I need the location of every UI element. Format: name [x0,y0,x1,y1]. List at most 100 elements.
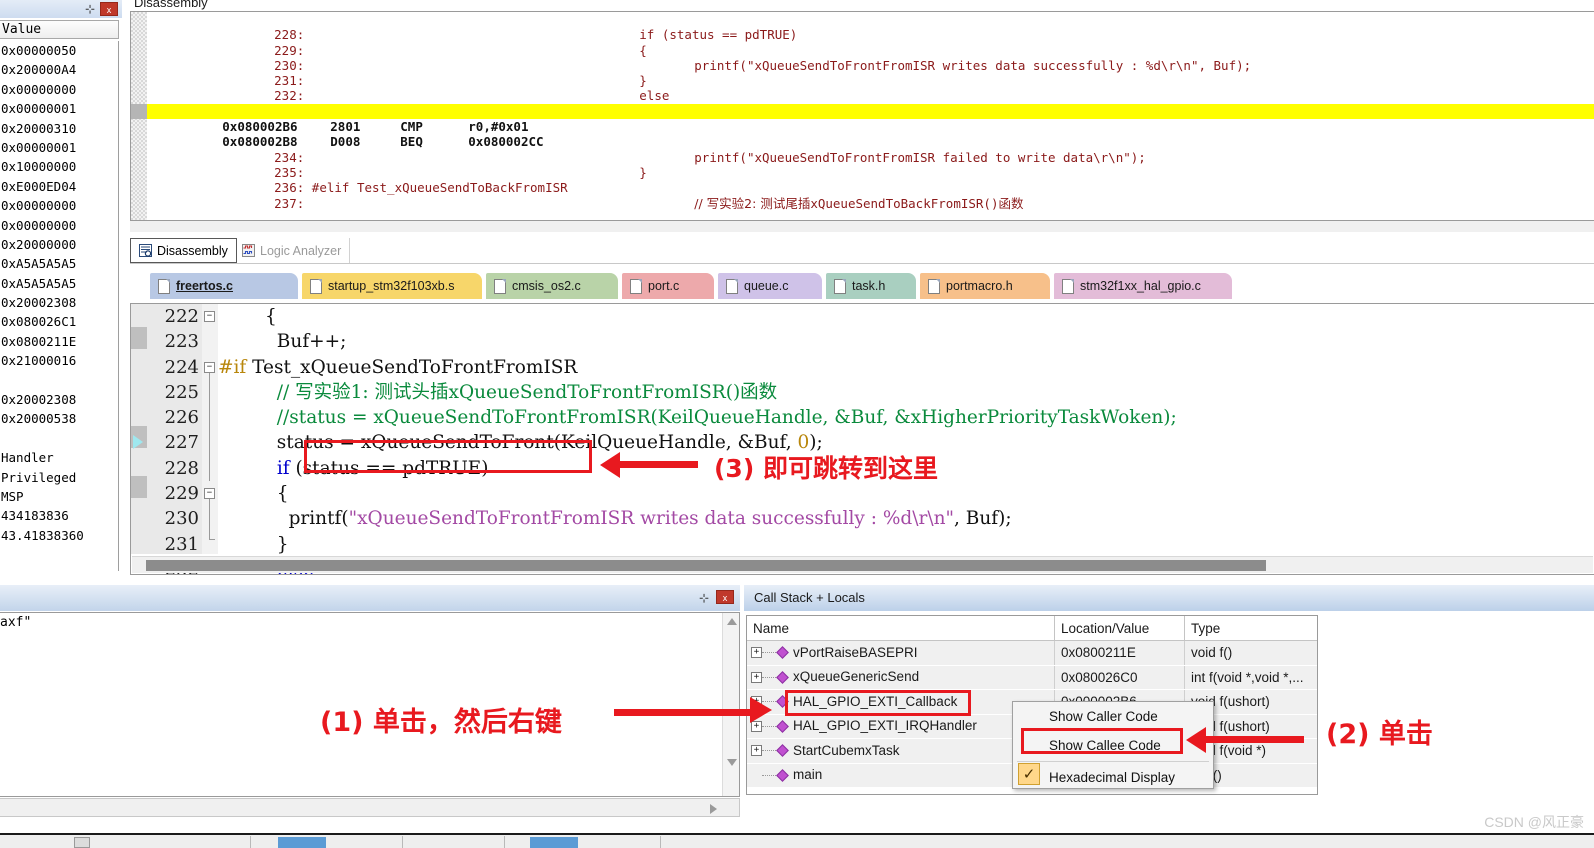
function-icon [776,646,789,660]
file-icon [494,278,506,294]
file-icon [928,278,940,294]
file-icon [834,278,846,294]
annotation-box-hal-gpio-exti-callback [785,690,971,716]
file-icon [630,278,642,294]
call-stack-location: 0x080026C0 [1055,665,1185,689]
line-number: 225 [164,381,199,403]
file-tab-label: freertos.c [176,279,233,293]
disassembly-line: 234: printf("xQueueSendToFrontFromISR fai… [259,149,1146,165]
expand-icon[interactable]: + [751,745,762,757]
file-tab-queue-c[interactable]: queue.c [718,273,822,299]
code-editor[interactable]: 222 223 224 225 226 227 228 229 230 231 … [130,303,1594,575]
disassembly-icon [139,244,152,257]
register-value: 0x00000000 [1,217,77,233]
fold-toggle-icon[interactable]: − [204,311,215,322]
register-value: Privileged [1,469,77,485]
disassembly-title-text: Disassembly [134,0,208,10]
file-icon [158,278,170,294]
column-header-location[interactable]: Location/Value [1055,616,1185,640]
register-value-spacer [0,371,118,390]
disassembly-instruction: 0x080002B8 D008 BEQ 0x080002CC [147,119,1594,149]
line-number: 229 [164,483,199,505]
code-coverage-marker [131,476,147,498]
disassembly-gutter[interactable] [131,12,147,220]
disassembly-current-instruction: 0x080002B6 2801 CMP r0,#0x01 [147,103,1594,134]
keil-uvision-debug-window: ⊹ x Value 0x00000050 0x200000A4 0x000000… [0,0,1594,848]
scroll-right-icon[interactable] [710,804,717,814]
file-tab-label: port.c [648,279,680,293]
column-header-type[interactable]: Type [1185,616,1317,640]
file-icon [726,278,738,294]
code-folding-margin[interactable]: − − − [202,304,218,554]
expand-icon[interactable]: + [751,647,762,659]
menu-item-show-caller-code[interactable]: Show Caller Code [1013,702,1213,731]
editor-horizontal-scrollbar[interactable] [132,556,1593,573]
editor-scrollbar-thumb[interactable] [146,560,1266,571]
tab-logic-analyzer[interactable]: Logic Analyzer [234,238,351,263]
call-stack-type: int f(void *,void *,... [1191,669,1304,685]
fold-toggle-icon[interactable]: − [204,362,215,373]
disassembly-line: 236: #elif Test_xQueueSendToBackFromISR [259,180,568,196]
menu-item-hexadecimal-display[interactable]: Hexadecimal Display [1013,763,1213,792]
register-value: 0x20002308 [1,295,77,311]
pin-icon[interactable]: ⊹ [698,591,710,605]
scroll-down-icon[interactable] [727,759,737,766]
taskbar-app-icon[interactable] [530,837,578,848]
disassembly-line: 229:{ [259,42,647,58]
file-tab-stm32f1xx-hal-gpio-c[interactable]: stm32f1xx_hal_gpio.c [1054,273,1232,299]
code-line: printf("xQueueSendToFrontFromISR writes … [218,508,1012,530]
call-stack-header-row: Name Location/Value Type [747,616,1317,641]
call-stack-name: xQueueGenericSend [793,669,920,684]
tree-connector [762,750,776,752]
disassembly-line: 231:} [259,73,647,89]
tree-connector [762,652,776,654]
line-number: 226 [164,407,199,429]
build-output-titlebar: ⊹ x [0,585,740,611]
code-text-area[interactable]: { Buf++; #if Test_xQueueSendToFrontFromI… [218,304,1594,574]
disassembly-body[interactable]: 228: if (status == pdTRUE) 229:{ 230: prin… [130,11,1594,221]
file-tab-cmsis-os2-c[interactable]: cmsis_os2.c [486,273,618,299]
table-row[interactable]: + xQueueGenericSend 0x080026C0 int f(voi… [747,665,1317,690]
code-line: // 写实验1: 测试头插xQueueSendToFrontFromISR()函… [218,381,778,403]
view-tab-bar: Disassembly Logic Analyzer [130,238,1594,264]
register-value: 0x00000050 [1,43,77,58]
taskbar-app-icon[interactable] [278,837,326,848]
call-stack-name: StartCubemxTask [793,742,900,758]
file-tab-label: task.h [852,279,886,293]
register-value: 0x200000A4 [1,62,77,78]
taskbar-window-icon[interactable] [74,837,90,848]
file-tab-label: portmacro.h [946,279,1013,293]
taskbar-divider [250,836,251,848]
tab-disassembly[interactable]: Disassembly [130,238,237,263]
register-value: 0xA5A5A5A5 [1,256,77,272]
register-value: 0x00000001 [1,101,77,117]
function-icon [776,768,789,782]
register-value: 0x20002308 [1,392,77,408]
register-value: 0x20000000 [1,236,77,252]
menu-separator [1017,761,1209,762]
file-tab-port-c[interactable]: port.c [622,273,714,299]
output-horizontal-scrollbar[interactable] [0,798,740,817]
file-tab-portmacro-h[interactable]: portmacro.h [920,273,1050,299]
disassembly-line: 233:{ [147,88,1594,119]
close-icon[interactable]: x [716,590,734,604]
registers-panel: ⊹ x Value 0x00000050 0x200000A4 0x000000… [0,0,122,578]
file-tab-task-h[interactable]: task.h [826,273,916,299]
register-value: Handler [1,450,54,466]
breakpoint-margin[interactable] [131,304,147,554]
pin-icon[interactable]: ⊹ [84,2,96,16]
annotation-label-2: (2) 单击 [1326,719,1433,750]
register-value: 0x0800211E [1,333,77,349]
file-tab-freertos-c[interactable]: freertos.c [150,273,298,299]
column-header-name[interactable]: Name [747,616,1055,640]
register-value: 0xE000ED04 [1,178,77,194]
scroll-up-icon[interactable] [727,618,737,625]
file-tab-startup-stm32f103xb-s[interactable]: startup_stm32f103xb.s [302,273,482,299]
expand-icon[interactable]: + [751,671,762,683]
table-row[interactable]: + vPortRaiseBASEPRI 0x0800211E void f() [747,641,1317,666]
value-column-header[interactable]: Value [0,20,119,39]
close-icon[interactable]: x [100,2,118,16]
fold-toggle-icon[interactable]: − [204,488,215,499]
call-stack-type: void f() [1191,645,1233,660]
call-stack-title: Call Stack + Locals [744,585,1594,611]
